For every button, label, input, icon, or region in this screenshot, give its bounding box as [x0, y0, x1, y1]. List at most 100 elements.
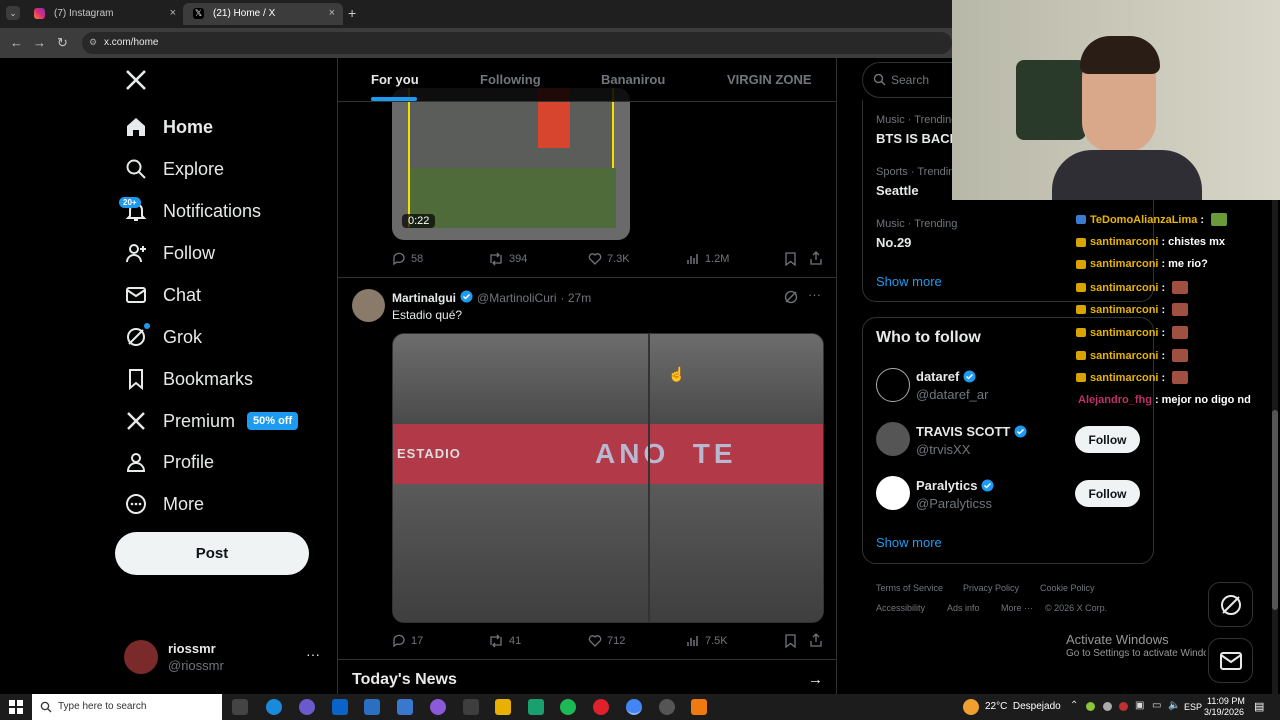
- tab-following[interactable]: Following: [480, 72, 541, 87]
- tab-instagram[interactable]: (7) Instagram ×: [24, 3, 184, 25]
- show-more-follow[interactable]: Show more: [876, 535, 942, 550]
- follow-button[interactable]: Follow: [1075, 480, 1140, 507]
- avatar[interactable]: [876, 368, 910, 402]
- more-dots-icon[interactable]: ···: [306, 646, 320, 662]
- taskbar-search-input[interactable]: Type here to search: [32, 694, 222, 720]
- trend-name[interactable]: BTS IS BACK: [876, 131, 959, 146]
- like-button[interactable]: 7.3K: [588, 252, 630, 266]
- repost-button[interactable]: 41: [488, 634, 521, 648]
- tab-virgin-zone[interactable]: VIRGIN ZONE: [727, 72, 812, 87]
- opera-icon[interactable]: [593, 699, 609, 715]
- nav-home[interactable]: Home: [124, 109, 213, 145]
- more-dots-icon[interactable]: ···: [808, 287, 821, 302]
- nav-chat[interactable]: Chat: [124, 277, 201, 313]
- messages-float-button[interactable]: [1208, 638, 1253, 683]
- views-button[interactable]: 1.2M: [686, 252, 729, 266]
- reply-button[interactable]: 58: [392, 252, 423, 266]
- footer-privacy[interactable]: Privacy Policy: [963, 583, 1019, 593]
- new-tab-button[interactable]: +: [348, 5, 356, 21]
- tab-bananirou[interactable]: Bananirou: [601, 72, 665, 87]
- footer-cookie[interactable]: Cookie Policy: [1040, 583, 1095, 593]
- arrow-right-icon[interactable]: →: [808, 671, 823, 688]
- weather-text[interactable]: 22°C Despejado: [985, 701, 1061, 712]
- avatar[interactable]: [876, 422, 910, 456]
- show-more-trends[interactable]: Show more: [876, 274, 942, 289]
- file-explorer-icon[interactable]: [495, 699, 511, 715]
- grok-float-button[interactable]: [1208, 582, 1253, 627]
- follow-suggestion-name[interactable]: TRAVIS SCOTT: [916, 424, 1027, 439]
- x-logo-icon[interactable]: [124, 68, 148, 97]
- post-time[interactable]: · 27m: [561, 291, 592, 305]
- author-handle[interactable]: @MartinoliCuri: [477, 291, 557, 305]
- follow-button[interactable]: Follow: [1075, 426, 1140, 453]
- notification-center-icon[interactable]: ▤: [1254, 700, 1264, 713]
- nav-follow[interactable]: Follow: [124, 235, 215, 271]
- chrome-icon[interactable]: [626, 699, 642, 715]
- network-icon[interactable]: ▣: [1135, 700, 1144, 711]
- bookmark-icon[interactable]: [784, 252, 797, 271]
- repost-button[interactable]: 394: [488, 252, 527, 266]
- tray-chevron-icon[interactable]: ⌃: [1070, 700, 1078, 711]
- avatar[interactable]: [876, 476, 910, 510]
- close-tab-icon[interactable]: ×: [329, 7, 335, 19]
- edge-icon[interactable]: [266, 699, 282, 715]
- share-icon[interactable]: [809, 633, 823, 652]
- account-switcher[interactable]: riossmr @riossmr ···: [122, 638, 332, 678]
- task-view-icon[interactable]: [232, 699, 248, 715]
- back-icon[interactable]: ←: [10, 35, 23, 50]
- footer-more[interactable]: More ···: [1001, 603, 1033, 613]
- volume-icon[interactable]: 🔈: [1168, 700, 1180, 711]
- author-name[interactable]: Martinalgui: [392, 291, 456, 305]
- battery-icon[interactable]: ▭: [1152, 700, 1161, 711]
- tray-app-icon[interactable]: [1103, 702, 1112, 711]
- vlc-icon[interactable]: [691, 699, 707, 715]
- nav-notifications[interactable]: 20+ Notifications: [119, 193, 261, 229]
- scrollbar-thumb[interactable]: [1272, 410, 1278, 610]
- outlook-icon[interactable]: [332, 699, 348, 715]
- tray-app-icon[interactable]: [1086, 702, 1095, 711]
- nav-grok[interactable]: Grok: [124, 319, 202, 355]
- nav-explore[interactable]: Explore: [124, 151, 224, 187]
- language-indicator[interactable]: ESP: [1184, 702, 1202, 712]
- author-avatar[interactable]: [352, 289, 385, 322]
- trend-name[interactable]: No.29: [876, 235, 911, 250]
- spotify-icon[interactable]: [560, 699, 576, 715]
- reply-button[interactable]: 17: [392, 634, 423, 648]
- nav-profile[interactable]: Profile: [124, 444, 214, 480]
- tab-x-home[interactable]: 𝕏 (21) Home / X ×: [183, 3, 343, 25]
- app-icon[interactable]: [430, 699, 446, 715]
- follow-suggestion-name[interactable]: dataref: [916, 369, 976, 384]
- like-button[interactable]: 712: [588, 634, 625, 648]
- calculator-icon[interactable]: [463, 699, 479, 715]
- url-field[interactable]: ⚙ x.com/home: [82, 32, 952, 54]
- windows-start-icon[interactable]: [9, 700, 23, 719]
- close-tab-icon[interactable]: ×: [170, 7, 176, 19]
- site-info-icon[interactable]: ⚙: [89, 37, 97, 48]
- nav-premium[interactable]: Premium 50% off: [124, 403, 299, 439]
- todays-news-heading[interactable]: Today's News: [352, 671, 457, 689]
- post-button[interactable]: Post: [115, 532, 309, 575]
- clock-time[interactable]: 11:09 PM: [1207, 696, 1245, 706]
- views-button[interactable]: 7.5K: [686, 634, 728, 648]
- footer-ads[interactable]: Ads info: [947, 603, 980, 613]
- nav-bookmarks[interactable]: Bookmarks: [124, 361, 253, 397]
- tray-app-icon[interactable]: [1119, 702, 1128, 711]
- reload-icon[interactable]: ↻: [57, 35, 68, 51]
- grok-icon[interactable]: [784, 290, 798, 309]
- footer-terms[interactable]: Terms of Service: [876, 583, 943, 593]
- forward-icon[interactable]: →: [33, 35, 46, 50]
- trend-name[interactable]: Seattle: [876, 183, 919, 198]
- obs-icon[interactable]: [659, 699, 675, 715]
- page-scrollbar[interactable]: [1272, 200, 1278, 694]
- copilot-icon[interactable]: [299, 699, 315, 715]
- weather-icon[interactable]: [963, 699, 979, 715]
- store-icon[interactable]: [364, 699, 380, 715]
- post-video[interactable]: 0:22: [392, 88, 630, 240]
- follow-suggestion-name[interactable]: Paralytics: [916, 478, 994, 493]
- clock-date[interactable]: 3/19/2026: [1204, 707, 1244, 717]
- pycharm-icon[interactable]: [528, 699, 544, 715]
- tab-search-button[interactable]: ⌄: [6, 6, 20, 20]
- nav-more[interactable]: More: [124, 486, 204, 522]
- vscode-icon[interactable]: [397, 699, 413, 715]
- footer-accessibility[interactable]: Accessibility: [876, 603, 925, 613]
